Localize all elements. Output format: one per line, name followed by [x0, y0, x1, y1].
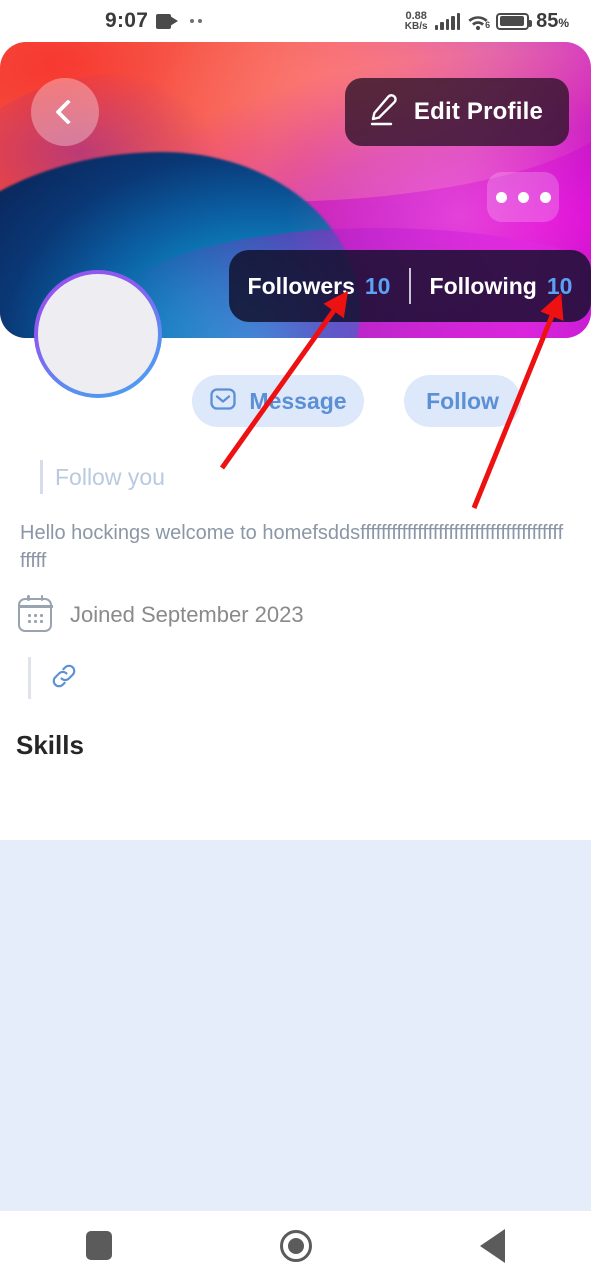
edit-profile-label: Edit Profile [413, 98, 543, 125]
square-recents-icon [85, 1231, 112, 1260]
avatar[interactable] [34, 270, 162, 398]
status-time: 9:07 [105, 9, 149, 32]
status-bar-left: 9:07 [105, 9, 203, 33]
avatar-placeholder [38, 274, 158, 394]
calendar-icon [17, 595, 53, 632]
pencil-edit-icon [367, 93, 397, 132]
follow-stats-bar[interactable]: Followers 10 Following 10 [229, 250, 591, 322]
home-button[interactable] [197, 1229, 394, 1262]
status-bar-right: 0.88 KB/s 6 85% [405, 10, 569, 33]
profile-bio: Hello hockings welcome to homefsddsfffff… [20, 522, 564, 572]
following-stat[interactable]: Following 10 [411, 273, 591, 300]
ellipsis-dot [495, 191, 507, 203]
triangle-back-icon [480, 1228, 505, 1263]
followers-stat[interactable]: Followers 10 [229, 273, 409, 300]
followers-count: 10 [364, 272, 391, 299]
chevron-left-icon [55, 99, 81, 125]
envelope-icon [209, 385, 237, 418]
more-options-button[interactable] [487, 172, 559, 222]
back-nav-button[interactable] [394, 1228, 591, 1263]
skills-section-title: Skills [16, 730, 84, 760]
battery-percent: 85% [536, 9, 569, 32]
phone-screen: 9:07 0.88 KB/s 6 85% Edit Profile Follow… [0, 0, 591, 1280]
wifi-generation-label: 6 [485, 19, 491, 30]
follow-you-label: Follow you [55, 463, 165, 490]
android-navigation-bar [0, 1210, 591, 1280]
ellipsis-dot [539, 191, 551, 203]
link-chain-icon[interactable] [49, 661, 79, 696]
skills-content-panel [0, 840, 591, 1210]
battery-icon [496, 12, 533, 30]
back-button[interactable] [31, 78, 99, 146]
network-speed-unit: KB/s [404, 20, 428, 32]
network-speed-indicator: 0.88 KB/s [404, 9, 428, 32]
video-camera-icon [156, 13, 179, 29]
two-dots-icon [190, 19, 203, 23]
following-label: Following [429, 272, 537, 299]
network-speed-value: 0.88 [405, 9, 427, 22]
message-label: Message [249, 387, 347, 414]
edit-profile-button[interactable]: Edit Profile [344, 78, 569, 146]
cellular-signal-icon [434, 12, 461, 30]
joined-date-label: Joined September 2023 [70, 602, 304, 627]
status-bar: 9:07 0.88 KB/s 6 85% [0, 0, 591, 42]
message-button[interactable]: Message [192, 375, 364, 427]
circle-home-icon [279, 1229, 312, 1262]
ellipsis-dot [517, 191, 529, 203]
profile-link-row[interactable] [28, 657, 79, 699]
wifi-icon: 6 [467, 13, 491, 30]
followers-label: Followers [247, 272, 355, 299]
follow-you-badge: Follow you [40, 460, 165, 494]
recents-button[interactable] [0, 1231, 197, 1260]
follow-button[interactable]: Follow [404, 375, 521, 427]
joined-date-row: Joined September 2023 [17, 595, 304, 632]
follow-label: Follow [426, 387, 499, 414]
following-count: 10 [546, 272, 573, 299]
